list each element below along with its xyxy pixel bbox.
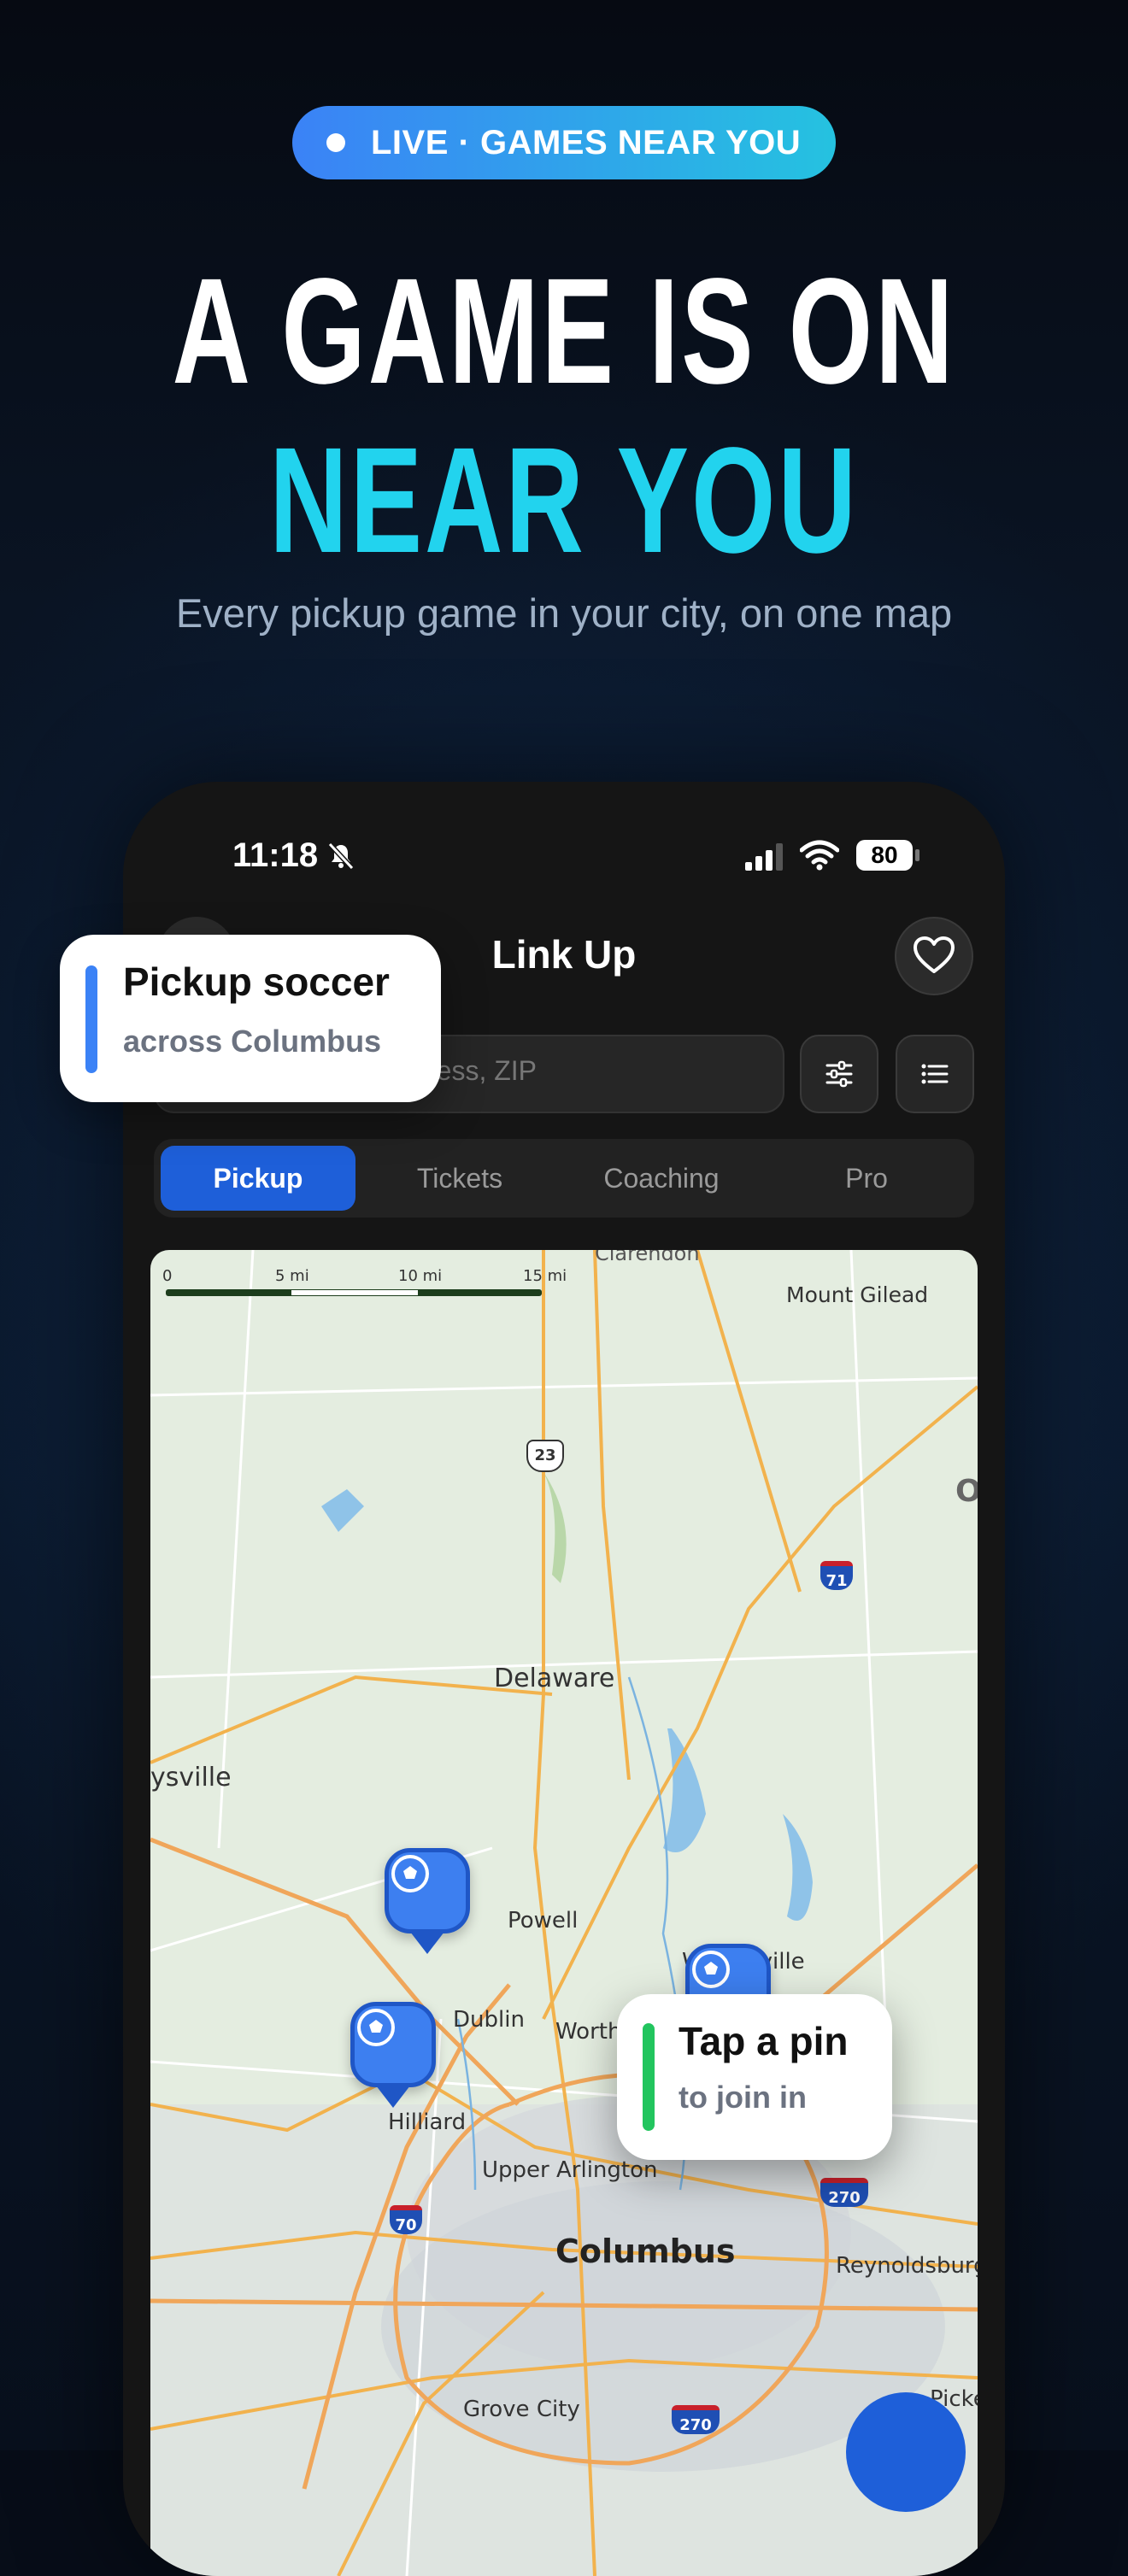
tap-pin-callout: Tap a pin to join in [617, 1994, 892, 2160]
signal-icon [745, 843, 783, 871]
scale-label-15mi: 15 mi [523, 1267, 567, 1285]
battery-indicator: 80 [856, 840, 913, 871]
badge-text: LIVE · GAMES NEAR YOU [371, 123, 802, 161]
callout-title: Pickup soccer [123, 959, 390, 1004]
map-label-clarendon: Clarendon [595, 1250, 700, 1265]
interstate-270-south-shield: 270 [672, 2405, 720, 2434]
interstate-71-shield: 71 [820, 1561, 853, 1590]
callout-subtitle: to join in [679, 2080, 807, 2115]
battery-cap [915, 849, 919, 861]
pin-tail [410, 1932, 444, 1954]
search-placeholder: ress, ZIP [427, 1055, 538, 1086]
tab-pro[interactable]: Pro [766, 1146, 967, 1211]
map-label-mount-gilead: Mount Gilead [786, 1282, 929, 1307]
headline-line2: NEAR YOU [269, 417, 859, 584]
interstate-270-east-shield: 270 [820, 2178, 868, 2207]
sliders-icon [825, 1060, 853, 1088]
bell-slash-icon [327, 842, 355, 871]
wifi-icon [800, 840, 839, 871]
tab-coaching[interactable]: Coaching [564, 1146, 759, 1211]
map-label-worthington: Worth [555, 2019, 622, 2045]
game-pin-powell[interactable] [385, 1848, 470, 1933]
map-label-powell: Powell [508, 1908, 579, 1933]
map-label-hilliard: Hilliard [388, 2110, 467, 2135]
scale-label-5mi: 5 mi [275, 1267, 309, 1285]
headline-line1: A GAME IS ON [172, 248, 956, 415]
category-tabs: Pickup Tickets Coaching Pro [154, 1139, 974, 1218]
us-route-23-shield: 23 [526, 1440, 564, 1472]
tab-pickup[interactable]: Pickup [161, 1146, 355, 1211]
status-time: 11:18 [232, 836, 319, 874]
live-badge: LIVE · GAMES NEAR YOU [292, 106, 836, 179]
soccer-ball-icon [391, 1855, 429, 1892]
map-view[interactable]: 0 5 mi 10 mi 15 mi Clarendon Mount Gilea… [150, 1250, 978, 2576]
subtitle: Every pickup game in your city, on one m… [175, 590, 953, 636]
list-icon [921, 1064, 949, 1084]
list-view-button[interactable] [896, 1035, 974, 1113]
filter-button[interactable] [800, 1035, 878, 1113]
map-label-dublin: Dublin [453, 2007, 525, 2033]
map-label-edge: O [955, 1474, 978, 1509]
favorites-button[interactable] [895, 917, 973, 995]
heart-icon [914, 936, 955, 973]
map-label-marysville: ysville [150, 1763, 232, 1793]
callout-title: Tap a pin [679, 2019, 849, 2063]
game-pin-hilliard[interactable] [350, 2002, 436, 2087]
callout-subtitle: across Columbus [123, 1024, 382, 1059]
map-label-reynoldsburg: Reynoldsburg [836, 2253, 978, 2279]
map-label-upper-arlington: Upper Arlington [482, 2157, 658, 2183]
callout-accent-bar [643, 2023, 655, 2131]
map-label-columbus: Columbus [555, 2233, 736, 2270]
live-dot [326, 133, 345, 152]
pin-tail [376, 2086, 410, 2108]
soccer-ball-icon [692, 1951, 730, 1988]
pickup-soccer-callout: Pickup soccer across Columbus [60, 935, 441, 1102]
tab-tickets[interactable]: Tickets [362, 1146, 557, 1211]
map-label-delaware: Delaware [494, 1664, 615, 1693]
soccer-ball-icon [357, 2009, 395, 2046]
scale-label-10mi: 10 mi [398, 1267, 443, 1285]
scale-label-0: 0 [162, 1267, 173, 1285]
map-label-grove-city: Grove City [463, 2397, 580, 2422]
callout-accent-bar [85, 965, 97, 1073]
add-game-button[interactable] [846, 2392, 966, 2512]
interstate-70-shield: 70 [390, 2205, 422, 2234]
